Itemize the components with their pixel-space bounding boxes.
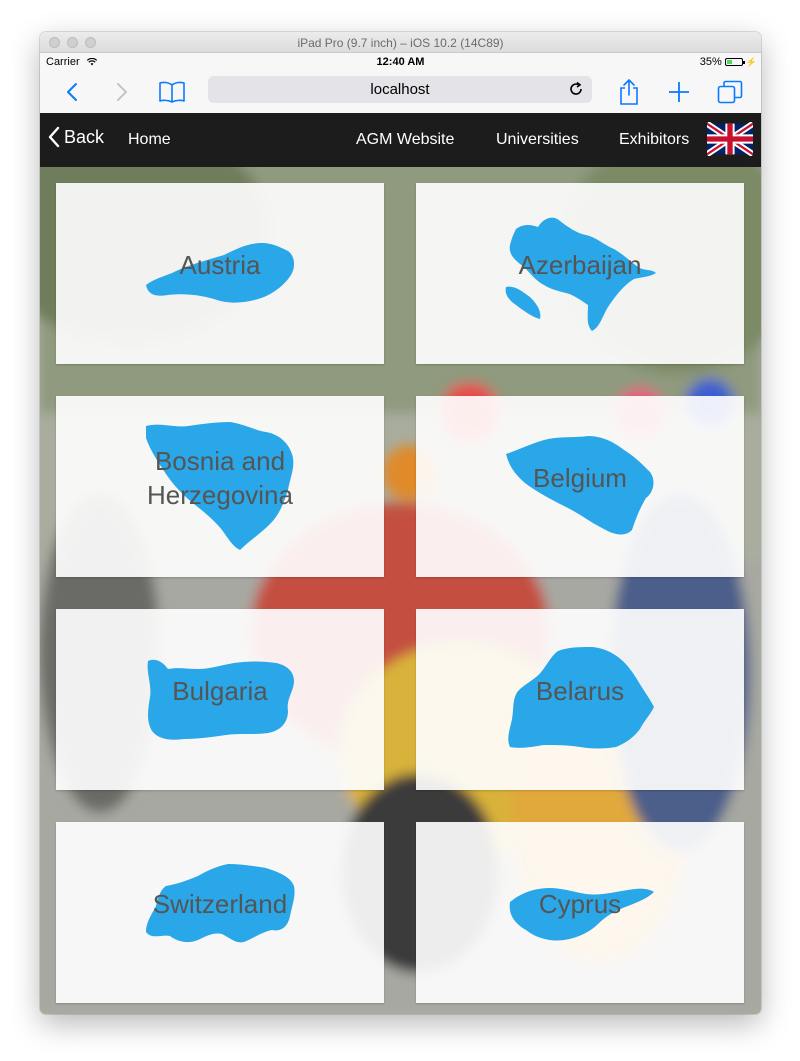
share-icon[interactable] (617, 79, 641, 105)
simulator-window: iPad Pro (9.7 inch) – iOS 10.2 (14C89) C… (40, 32, 761, 1014)
country-name: Bulgaria (172, 676, 268, 706)
country-name: Austria (179, 250, 261, 280)
country-card-bosnia-and-herzegovina[interactable]: Bosnia and Herzegovina (56, 396, 384, 577)
web-viewport: Back Home AGM Website Universities Exhib… (40, 113, 761, 1014)
country-name: Bosnia and Herzegovina (147, 446, 293, 510)
country-name: Belgium (533, 463, 627, 493)
charging-bolt-icon: ⚡ (745, 56, 757, 67)
nav-universities-link[interactable]: Universities (496, 131, 579, 149)
bookmarks-icon[interactable] (158, 79, 186, 105)
nav-exhibitors-link[interactable]: Exhibitors (619, 131, 689, 149)
chevron-left-icon (48, 126, 60, 148)
browser-forward-icon[interactable] (112, 79, 132, 105)
battery-icon (724, 58, 745, 66)
window-title: iPad Pro (9.7 inch) – iOS 10.2 (14C89) (297, 36, 504, 50)
nav-back-button[interactable]: Back (48, 126, 104, 148)
browser-back-icon[interactable] (62, 79, 82, 105)
battery-indicator: 35% ⚡ (700, 56, 757, 68)
status-time: 12:40 AM (376, 56, 425, 68)
country-card-azerbaijan[interactable]: Azerbaijan (416, 183, 744, 364)
safari-toolbar: localhost (40, 71, 761, 113)
ios-status-bar: Carrier 12:40 AM 35% ⚡ (40, 53, 761, 71)
country-card-belarus[interactable]: Belarus (416, 609, 744, 790)
country-name: Cyprus (538, 889, 622, 919)
new-tab-plus-icon[interactable] (667, 79, 691, 105)
country-card-belgium[interactable]: Belgium (416, 396, 744, 577)
title-bar: iPad Pro (9.7 inch) – iOS 10.2 (14C89) (40, 32, 761, 53)
uk-flag-icon[interactable] (707, 122, 753, 156)
address-bar[interactable]: localhost (208, 76, 592, 103)
country-name: Azerbaijan (518, 250, 642, 280)
nav-agm-website-link[interactable]: AGM Website (356, 131, 454, 149)
url-text: localhost (370, 81, 430, 98)
country-card-cyprus[interactable]: Cyprus (416, 822, 744, 1003)
site-navbar: Back Home AGM Website Universities Exhib… (40, 113, 761, 167)
nav-home-link[interactable]: Home (128, 131, 171, 149)
country-name: Switzerland (152, 889, 288, 919)
country-card-austria[interactable]: Austria (56, 183, 384, 364)
country-card-switzerland[interactable]: Switzerland (56, 822, 384, 1003)
battery-percent: 35% (699, 56, 722, 68)
tabs-overview-icon[interactable] (717, 79, 743, 105)
reload-icon[interactable] (568, 81, 584, 97)
country-card-bulgaria[interactable]: Bulgaria (56, 609, 384, 790)
nav-back-label: Back (64, 126, 105, 147)
country-name: Belarus (535, 676, 625, 706)
